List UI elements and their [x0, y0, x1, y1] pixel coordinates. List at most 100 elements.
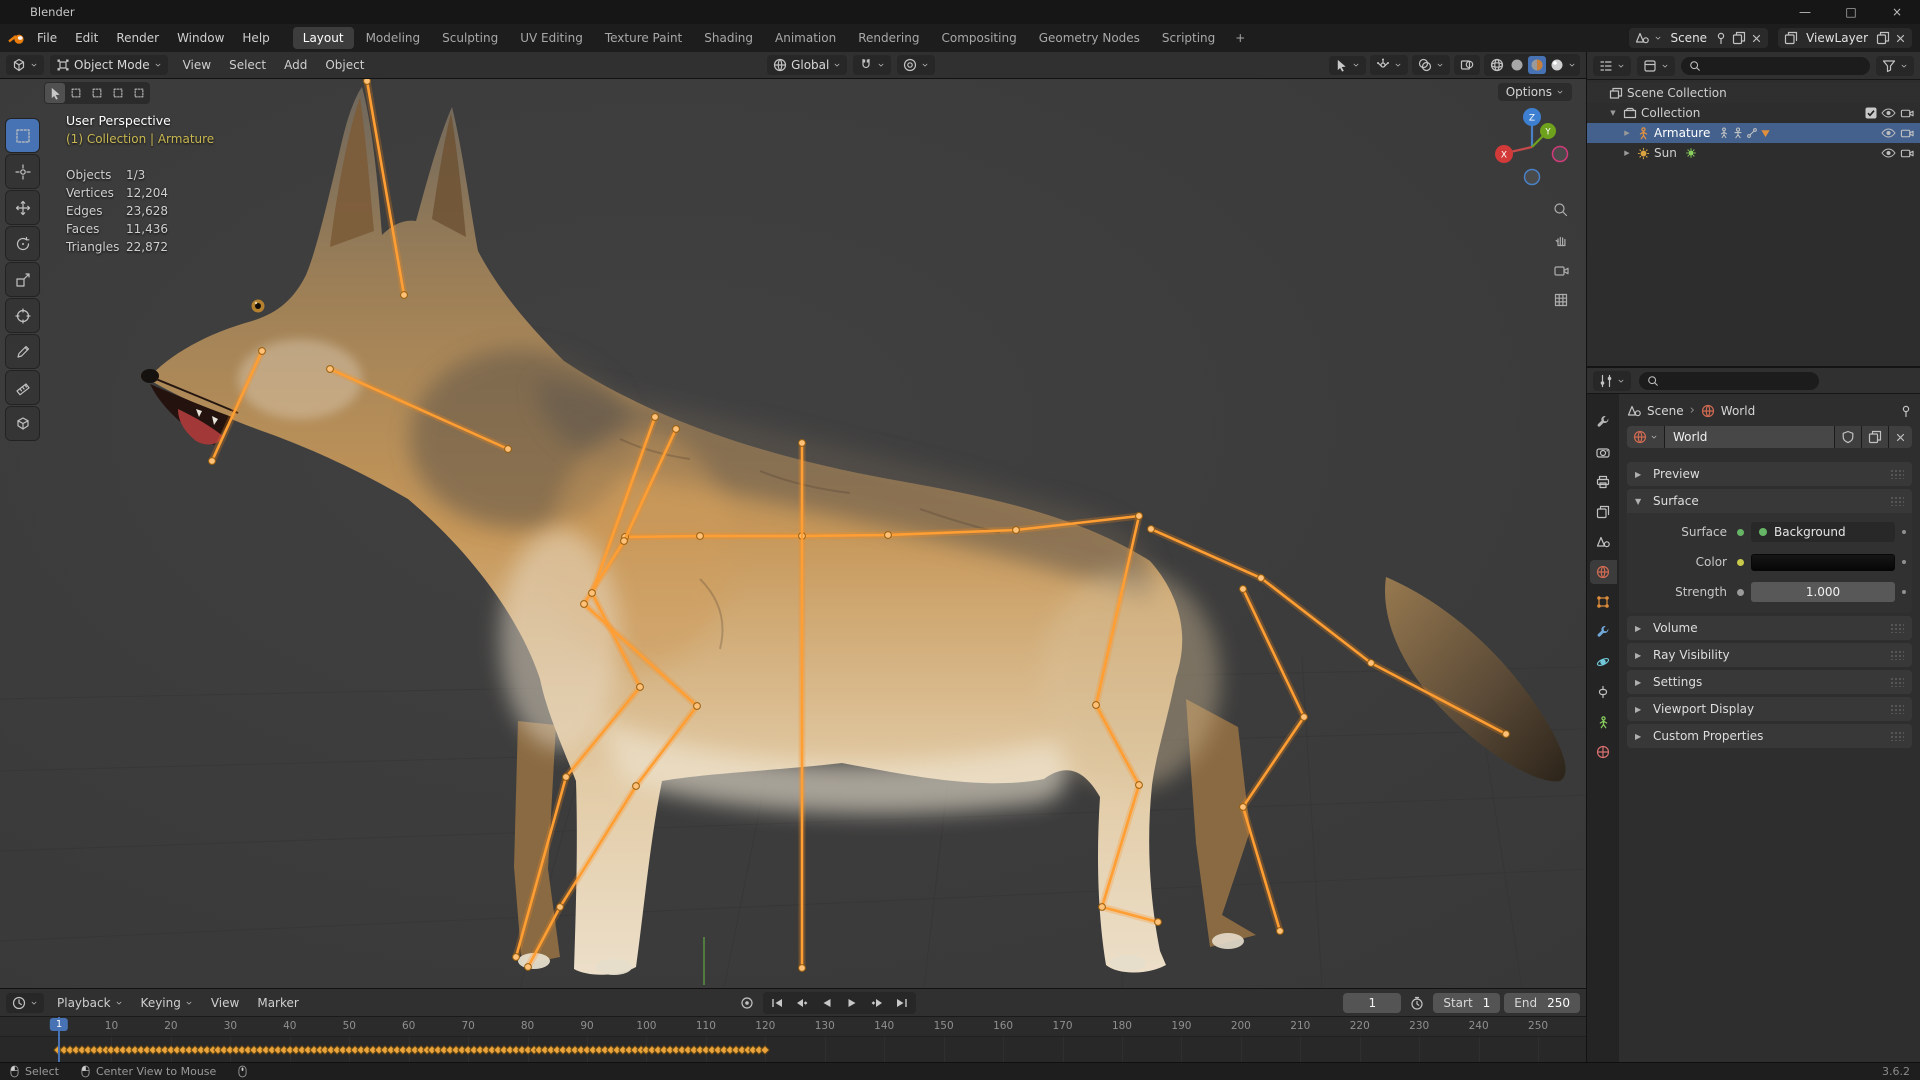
properties-tab-view-layer[interactable] [1590, 500, 1617, 524]
transport-jump-end[interactable] [890, 993, 914, 1013]
keyframe-diamond[interactable] [760, 1045, 770, 1055]
timeline-menu-marker[interactable]: Marker [248, 993, 307, 1013]
tool-cursor[interactable] [6, 155, 39, 188]
chevron-down-icon[interactable] [1568, 61, 1576, 69]
blender-logo-icon[interactable] [8, 32, 26, 45]
tool-move[interactable] [6, 191, 39, 224]
fake-user-button[interactable] [1835, 426, 1861, 448]
breadcrumb-scene[interactable]: Scene [1647, 404, 1684, 418]
menu-edit[interactable]: Edit [66, 28, 107, 48]
transport-play-rev[interactable] [815, 993, 839, 1013]
tool-select-box[interactable] [6, 119, 39, 152]
scene-name[interactable]: Scene [1667, 31, 1710, 45]
workspace-tab-uv-editing[interactable]: UV Editing [510, 27, 593, 49]
xray-toggle[interactable] [1454, 55, 1480, 75]
select-mode-new[interactable] [45, 83, 65, 103]
properties-tab-material[interactable] [1590, 740, 1617, 764]
panel-surface[interactable]: ▼Surface [1627, 489, 1912, 513]
workspace-tab-animation[interactable]: Animation [765, 27, 846, 49]
shading-rendered-button[interactable] [1548, 56, 1566, 74]
shading-wireframe-button[interactable] [1488, 56, 1506, 74]
workspace-tab-rendering[interactable]: Rendering [848, 27, 929, 49]
properties-tab-physics[interactable] [1590, 650, 1617, 674]
workspace-tab-texture-paint[interactable]: Texture Paint [595, 27, 692, 49]
outliner-row-armature[interactable]: ▶Armature [1587, 123, 1920, 143]
select-mode-subtract[interactable] [87, 83, 107, 103]
outliner-row-sun[interactable]: ▶Sun [1587, 143, 1920, 163]
outliner-row-collection[interactable]: ▼Collection [1587, 103, 1920, 123]
tool-annotate[interactable] [6, 335, 39, 368]
menu-help[interactable]: Help [233, 28, 278, 48]
tool-add-cube[interactable] [6, 407, 39, 440]
properties-tab-object-data[interactable] [1590, 710, 1617, 734]
maximize-button[interactable]: □ [1828, 0, 1874, 24]
properties-search-input[interactable] [1639, 372, 1819, 390]
new-scene-icon[interactable] [1732, 31, 1746, 45]
timeline-menu-playback[interactable]: Playback [48, 993, 132, 1013]
frame-ruler[interactable]: 1020304050607080901001101201301401501601… [0, 1017, 1586, 1037]
current-frame-field[interactable]: 1 [1343, 993, 1401, 1013]
outliner-filter-button[interactable] [1876, 56, 1914, 76]
select-mode-intersect[interactable] [129, 83, 149, 103]
proportional-edit-dropdown[interactable] [897, 55, 935, 75]
properties-editor-button[interactable] [1593, 371, 1631, 391]
viewport-3d[interactable]: Options User Perspective (1) Collection … [0, 79, 1586, 988]
new-world-button[interactable] [1862, 426, 1888, 448]
scene-selector[interactable]: Scene [1629, 28, 1768, 48]
shading-material-button[interactable] [1528, 56, 1546, 74]
auto-key-button[interactable] [735, 993, 759, 1013]
viewlayer-name[interactable]: ViewLayer [1803, 31, 1871, 45]
viewport-canvas[interactable] [0, 79, 1586, 988]
camera-icon[interactable] [1900, 147, 1914, 160]
outliner-search-input[interactable] [1681, 57, 1870, 75]
outliner-row-scene-collection[interactable]: Scene Collection [1587, 83, 1920, 103]
select-mode-invert[interactable] [108, 83, 128, 103]
property-surface-field[interactable]: Background [1751, 522, 1895, 542]
timeline-menu-keying[interactable]: Keying [132, 993, 202, 1013]
gizmos-dropdown[interactable] [1370, 55, 1408, 75]
minimize-button[interactable]: — [1782, 0, 1828, 24]
close-button[interactable]: × [1874, 0, 1920, 24]
playhead[interactable]: 1 [58, 1017, 60, 1062]
properties-tab-scene[interactable] [1590, 530, 1617, 554]
selectability-dropdown[interactable] [1329, 56, 1366, 75]
menu-window[interactable]: Window [168, 28, 233, 48]
overlays-dropdown[interactable] [1412, 55, 1450, 75]
properties-tab-constraints[interactable] [1590, 680, 1617, 704]
keyframe-track[interactable] [0, 1037, 1586, 1062]
tool-rotate[interactable] [6, 227, 39, 260]
breadcrumb-world[interactable]: World [1721, 404, 1755, 418]
new-viewlayer-icon[interactable] [1876, 31, 1890, 45]
workspace-tab-sculpting[interactable]: Sculpting [432, 27, 508, 49]
property-strength-field[interactable]: 1.000 [1751, 582, 1895, 602]
zoom-button[interactable] [1550, 199, 1572, 221]
preview-range-button[interactable] [1405, 993, 1429, 1013]
properties-tab-world[interactable] [1590, 560, 1617, 584]
camera-icon[interactable] [1900, 107, 1914, 120]
workspace-tab-modeling[interactable]: Modeling [356, 27, 431, 49]
camera-view-button[interactable] [1550, 259, 1572, 281]
eye-icon[interactable] [1881, 108, 1896, 118]
shading-solid-button[interactable] [1508, 56, 1526, 74]
pin-icon[interactable] [1900, 405, 1912, 417]
panel-settings[interactable]: ▶Settings [1627, 670, 1912, 694]
menu-render[interactable]: Render [107, 28, 168, 48]
unlink-world-button[interactable] [1889, 426, 1912, 448]
viewport-menu-select[interactable]: Select [220, 55, 275, 75]
tool-measure[interactable] [6, 371, 39, 404]
disclosure-down-icon[interactable]: ▼ [1607, 109, 1619, 117]
timeline-body[interactable]: 1020304050607080901001101201301401501601… [0, 1017, 1586, 1062]
options-button[interactable]: Options [1498, 83, 1572, 101]
eye-icon[interactable] [1881, 148, 1896, 158]
transport-jump-start[interactable] [765, 993, 789, 1013]
add-workspace-button[interactable]: + [1227, 27, 1253, 49]
timeline-menu-view[interactable]: View [202, 993, 248, 1013]
workspace-tab-geometry-nodes[interactable]: Geometry Nodes [1029, 27, 1150, 49]
transport-play[interactable] [840, 993, 864, 1013]
select-mode-extend[interactable] [66, 83, 86, 103]
property-color-field[interactable] [1751, 554, 1895, 571]
viewlayer-selector[interactable]: ViewLayer [1778, 28, 1912, 48]
panel-volume[interactable]: ▶Volume [1627, 616, 1912, 640]
transport-next-key[interactable] [865, 993, 889, 1013]
properties-tab-output[interactable] [1590, 470, 1617, 494]
